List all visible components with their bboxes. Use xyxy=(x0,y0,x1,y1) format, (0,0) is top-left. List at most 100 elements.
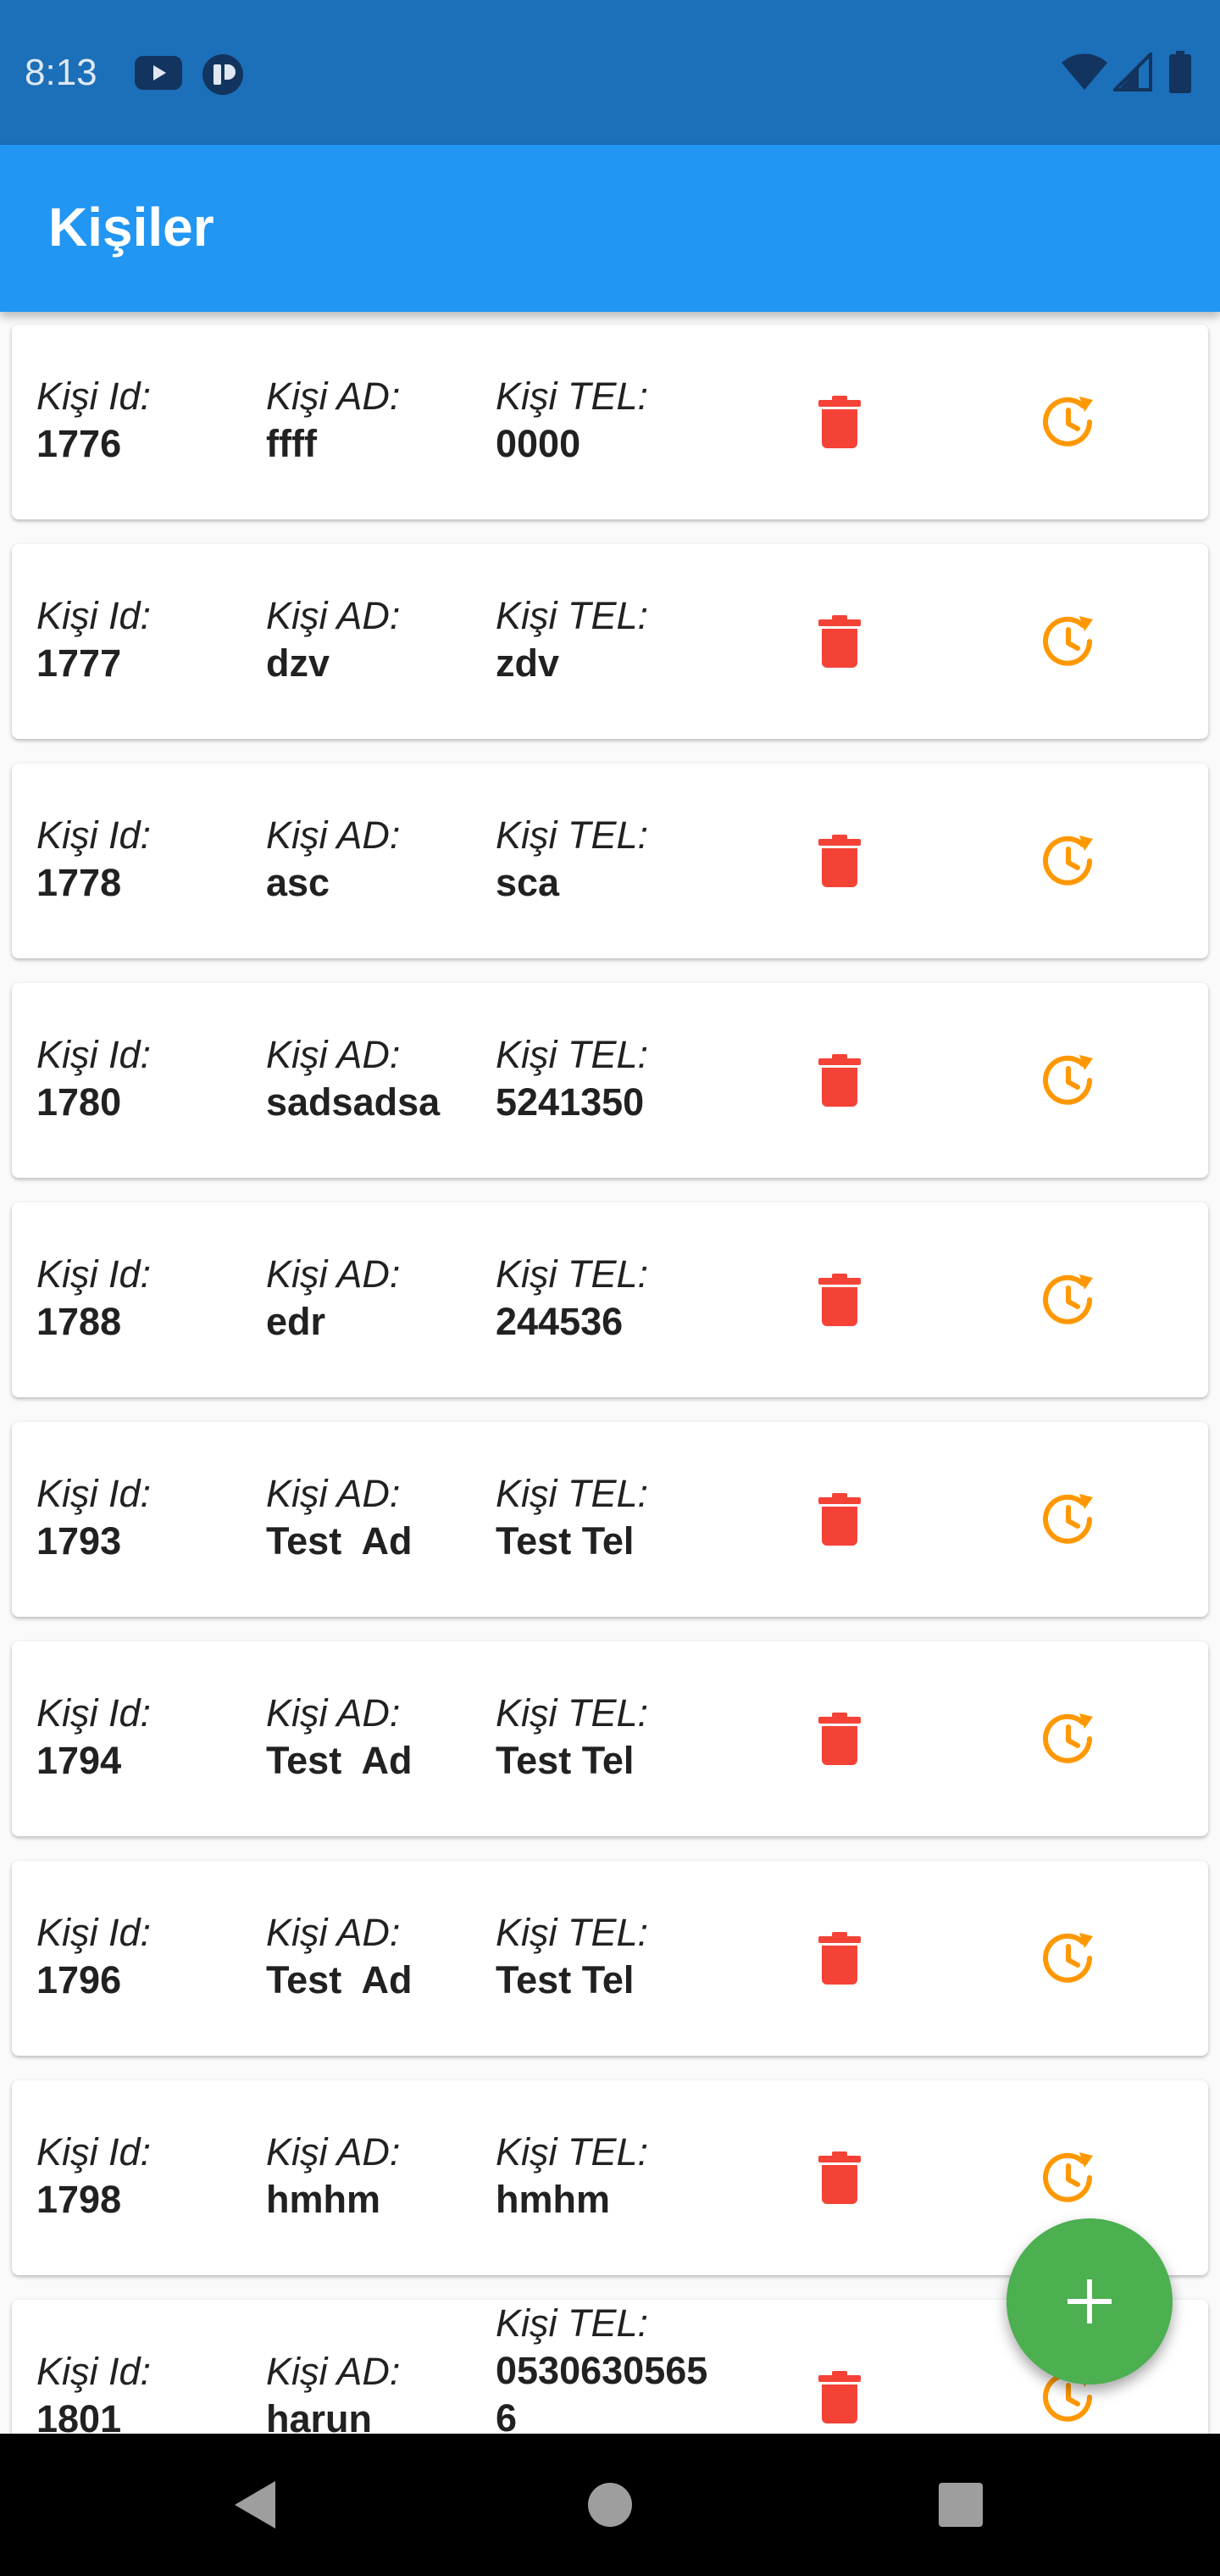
contact-card[interactable]: Kişi Id: 1780 Kişi AD: sadsadsa Kişi TEL… xyxy=(12,983,1208,1178)
app-notification-icon xyxy=(202,54,243,95)
contact-id-value: 1778 xyxy=(36,861,122,904)
trash-icon xyxy=(818,1493,861,1546)
contact-name-label: Kişi AD: xyxy=(266,1911,401,1954)
contact-tel-label: Kişi TEL: xyxy=(496,1472,649,1515)
delete-button[interactable] xyxy=(796,1475,884,1563)
update-clock-icon xyxy=(1043,1274,1093,1324)
delete-button[interactable] xyxy=(796,378,884,466)
update-button[interactable] xyxy=(1025,1475,1113,1563)
contact-id-label: Kişi Id: xyxy=(36,813,152,857)
contact-card[interactable]: Kişi Id: 1796 Kişi AD: Test Ad Kişi TEL:… xyxy=(12,1861,1208,2056)
nav-back-button[interactable] xyxy=(213,2462,297,2547)
update-button[interactable] xyxy=(1025,2134,1113,2222)
nav-recents-button[interactable] xyxy=(918,2462,1003,2547)
delete-button[interactable] xyxy=(796,2353,884,2434)
contact-tel-field: Kişi TEL: Test Tel xyxy=(496,1470,724,1565)
contact-card[interactable]: Kişi Id: 1778 Kişi AD: asc Kişi TEL: sca xyxy=(12,763,1208,958)
delete-button[interactable] xyxy=(796,2134,884,2222)
delete-button[interactable] xyxy=(796,597,884,686)
contact-name-field: Kişi AD: Test Ad xyxy=(266,1470,413,1565)
trash-icon xyxy=(818,835,861,887)
contact-card[interactable]: Kişi Id: 1793 Kişi AD: Test Ad Kişi TEL:… xyxy=(12,1422,1208,1617)
contact-name-value: asc xyxy=(266,861,330,904)
update-button[interactable] xyxy=(1025,1036,1113,1124)
contact-name-value: sadsadsa xyxy=(266,1080,441,1124)
contact-tel-value: Test Tel xyxy=(496,1739,635,1782)
contact-tel-label: Kişi TEL: xyxy=(496,1252,649,1296)
contact-name-field: Kişi AD: ffff xyxy=(266,373,400,468)
contact-id-field: Kişi Id: 1796 xyxy=(36,1909,151,2004)
update-clock-icon xyxy=(1043,1494,1093,1544)
contact-tel-value: 0000 xyxy=(496,422,581,465)
contact-tel-value: sca xyxy=(496,861,560,904)
youtube-icon xyxy=(135,56,182,90)
contact-id-label: Kişi Id: xyxy=(36,1472,152,1515)
update-button[interactable] xyxy=(1025,1695,1113,1783)
contact-name-value: edr xyxy=(266,1300,326,1343)
contact-tel-label: Kişi TEL: xyxy=(496,1033,649,1076)
nav-home-button[interactable] xyxy=(568,2462,652,2547)
contact-tel-value: 244536 xyxy=(496,1300,624,1343)
plus-icon xyxy=(1068,2279,1112,2323)
contact-name-value: Test Ad xyxy=(266,1739,413,1782)
update-button[interactable] xyxy=(1025,1914,1113,2002)
contact-tel-field: Kişi TEL: Test Tel xyxy=(496,1909,724,2004)
contact-name-field: Kişi AD: asc xyxy=(266,812,400,907)
contact-id-label: Kişi Id: xyxy=(36,1252,152,1296)
contact-tel-value: zdv xyxy=(496,641,560,685)
contact-tel-field: Kişi TEL: 5241350 xyxy=(496,1031,724,1126)
delete-button[interactable] xyxy=(796,1695,884,1783)
contact-name-field: Kişi AD: dzv xyxy=(266,592,400,687)
contact-tel-value: hmhm xyxy=(496,2178,610,2221)
update-clock-icon xyxy=(1043,2152,1093,2202)
update-clock-icon xyxy=(1043,836,1093,886)
delete-button[interactable] xyxy=(796,1914,884,2002)
contact-name-label: Kişi AD: xyxy=(266,2130,401,2174)
contact-card[interactable]: Kişi Id: 1788 Kişi AD: edr Kişi TEL: 244… xyxy=(12,1202,1208,1397)
contact-id-field: Kişi Id: 1776 xyxy=(36,373,151,468)
trash-icon xyxy=(818,2151,861,2204)
update-clock-icon xyxy=(1043,1933,1093,1983)
add-contact-button[interactable] xyxy=(1006,2218,1173,2384)
update-clock-icon xyxy=(1043,616,1093,666)
trash-icon xyxy=(818,1713,861,1765)
update-button[interactable] xyxy=(1025,817,1113,905)
contact-id-label: Kişi Id: xyxy=(36,375,152,418)
contact-id-label: Kişi Id: xyxy=(36,1033,152,1076)
contact-card[interactable]: Kişi Id: 1776 Kişi AD: ffff Kişi TEL: 00… xyxy=(12,325,1208,519)
contact-name-label: Kişi AD: xyxy=(266,1472,401,1515)
contact-name-label: Kişi AD: xyxy=(266,375,401,418)
back-icon xyxy=(235,2481,275,2529)
status-bar: 8:13 xyxy=(0,0,1220,145)
contact-id-field: Kişi Id: 1794 xyxy=(36,1690,151,1785)
contact-name-value: Test Ad xyxy=(266,1519,413,1563)
contact-id-field: Kişi Id: 1777 xyxy=(36,592,151,687)
delete-button[interactable] xyxy=(796,1036,884,1124)
contact-id-value: 1780 xyxy=(36,1080,122,1124)
update-button[interactable] xyxy=(1025,597,1113,686)
contact-tel-label: Kişi TEL: xyxy=(496,2301,649,2345)
contact-name-value: hmhm xyxy=(266,2178,380,2221)
status-time: 8:13 xyxy=(25,52,97,93)
contact-tel-label: Kişi TEL: xyxy=(496,1911,649,1954)
delete-button[interactable] xyxy=(796,1256,884,1344)
contact-name-value: harun xyxy=(266,2397,373,2434)
contact-tel-label: Kişi TEL: xyxy=(496,594,649,637)
cell-signal-icon xyxy=(1113,53,1152,92)
delete-button[interactable] xyxy=(796,817,884,905)
home-icon xyxy=(588,2483,632,2527)
update-button[interactable] xyxy=(1025,378,1113,466)
contact-id-field: Kişi Id: 1798 xyxy=(36,2129,151,2223)
contact-card[interactable]: Kişi Id: 1777 Kişi AD: dzv Kişi TEL: zdv xyxy=(12,544,1208,739)
contact-name-field: Kişi AD: edr xyxy=(266,1251,400,1346)
contact-list[interactable]: Kişi Id: 1776 Kişi AD: ffff Kişi TEL: 00… xyxy=(0,312,1220,2434)
contact-id-label: Kişi Id: xyxy=(36,594,152,637)
trash-icon xyxy=(818,1274,861,1326)
contact-tel-field: Kişi TEL: 05306305656 xyxy=(496,2300,724,2434)
update-clock-icon xyxy=(1043,1055,1093,1105)
battery-icon xyxy=(1169,51,1191,93)
contact-card[interactable]: Kişi Id: 1794 Kişi AD: Test Ad Kişi TEL:… xyxy=(12,1641,1208,1836)
contact-id-value: 1777 xyxy=(36,641,122,685)
update-button[interactable] xyxy=(1025,1256,1113,1344)
trash-icon xyxy=(818,396,861,448)
